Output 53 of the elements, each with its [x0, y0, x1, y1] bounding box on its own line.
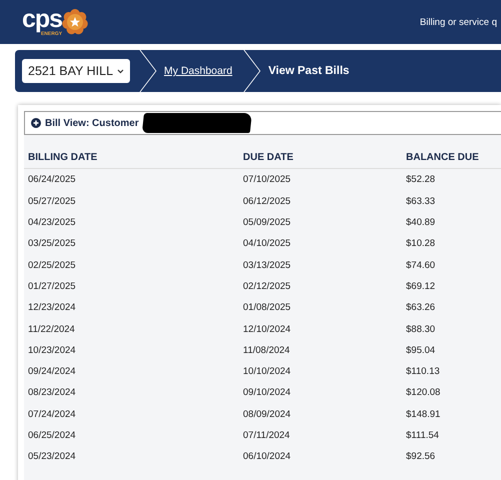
table-cell-text: 06/25/2024 — [28, 430, 77, 441]
panel-title: Bill View: Customer — [45, 118, 139, 128]
table-cell-text: $88.30 — [406, 324, 436, 335]
table-cell-text: $63.33 — [406, 196, 436, 207]
table-cell-text: 12/10/2024 — [243, 324, 292, 335]
table-cell-text: 05/23/2024 — [28, 451, 77, 462]
table-cell-text: 02/12/2025 — [243, 280, 292, 292]
flower-star-icon — [62, 9, 88, 35]
table-cell-text: $148.91 — [406, 408, 442, 420]
table-cell-text: 07/10/2025 — [243, 174, 292, 186]
table-cell-text: 09/24/2024 — [28, 366, 77, 378]
table-cell-text: 05/09/2025 — [243, 217, 292, 228]
table-cell-text: 06/24/2025 — [28, 174, 77, 186]
table-cell-text: 08/09/2024 — [243, 408, 292, 420]
table-cell-text: 10/23/2024 — [28, 344, 77, 356]
table-cell-text: $63.26 — [406, 302, 436, 314]
table-cell-text: 07/24/2024 — [28, 408, 77, 420]
column-header: BALANCE DUE — [406, 152, 480, 164]
table-cell-text: 03/25/2025 — [28, 238, 77, 250]
breadcrumb-link[interactable]: My Dashboard — [164, 65, 232, 77]
panel-header[interactable]: Bill View: Customer — [24, 111, 501, 135]
table-cell-text: 08/23/2024 — [28, 387, 77, 398]
table-cell-text: 11/22/2024 — [28, 324, 76, 335]
table-cell-text: $52.28 — [406, 174, 436, 186]
table-cell-text: 09/10/2024 — [243, 387, 292, 398]
table-cell-text: 04/10/2025 — [243, 238, 292, 250]
table-cell-text: 02/25/2025 — [28, 260, 77, 271]
caret-icon — [117, 68, 124, 74]
column-header: DUE DATE — [243, 152, 294, 164]
column-header: BILLING DATE — [28, 152, 98, 164]
table-cell-text: 05/27/2025 — [28, 196, 77, 207]
table-cell-text: $95.04 — [406, 344, 436, 356]
table-cell-text: $10.28 — [406, 238, 436, 250]
table-cell-text: 01/08/2025 — [243, 302, 292, 314]
table-cell-text: $111.54 — [406, 430, 440, 441]
table-cell-text: $40.89 — [406, 217, 436, 228]
table-cell-text: $120.08 — [406, 387, 442, 398]
table-cell-text: 06/10/2024 — [243, 451, 292, 462]
table-cell-text: 10/10/2024 — [243, 366, 292, 378]
table-cell-text: 11/08/2024 — [243, 344, 291, 356]
header-link[interactable]: Billing or service q — [420, 16, 497, 28]
table-cell-text: 03/13/2025 — [243, 260, 292, 271]
table-cell-text: $74.60 — [406, 260, 436, 271]
table-cell-text: $92.56 — [406, 451, 436, 462]
table-cell-text: 12/23/2024 — [28, 302, 77, 314]
breadcrumb-current: View Past Bills — [268, 65, 350, 77]
table-cell-text: 01/27/2025 — [28, 280, 77, 292]
table-cell-text: 04/23/2025 — [28, 217, 77, 228]
table-cell-text: $110.13 — [406, 366, 441, 378]
table-cell-text: $69.12 — [406, 280, 436, 292]
account-select[interactable]: 2521 BAY HILL — [22, 59, 130, 83]
table-cell-text: 06/12/2025 — [243, 196, 292, 207]
table-cell-text: 07/11/2024 — [243, 430, 291, 441]
